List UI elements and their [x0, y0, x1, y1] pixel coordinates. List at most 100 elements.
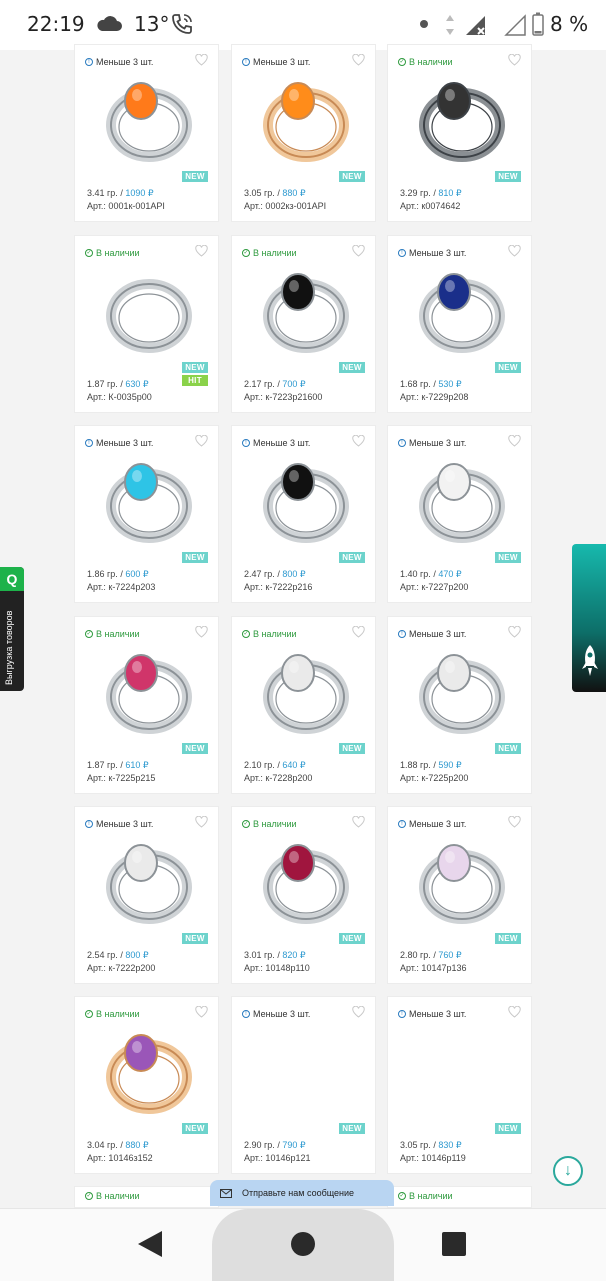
price-line: 1.40 гр. / 470 ₽ — [400, 569, 462, 580]
send-message-button[interactable]: Отправьте нам сообщение — [210, 1180, 394, 1206]
favorite-heart-icon[interactable] — [195, 626, 208, 638]
product-card[interactable]: ! Меньше 3 шт. NEW 1.88 гр. / 590 ₽ Арт.: к-… — [387, 616, 532, 794]
product-card[interactable]: ! Меньше 3 шт. NEW 1.68 гр. / 530 ₽ Арт.: к-… — [387, 235, 532, 413]
ring-image[interactable] — [254, 258, 354, 358]
product-card[interactable]: ! Меньше 3 шт. NEW 1.40 гр. / 470 ₽ Арт.: к-… — [387, 425, 532, 603]
weight-text: 2.80 гр. — [400, 950, 431, 960]
recent-apps-button[interactable] — [442, 1232, 466, 1256]
favorite-heart-icon[interactable] — [508, 1006, 521, 1018]
ring-image[interactable] — [97, 639, 197, 739]
ring-image[interactable] — [254, 67, 354, 167]
availability-label: ! Меньше 3 шт. — [85, 438, 153, 448]
weight-text: 1.86 гр. — [87, 569, 118, 579]
ring-image[interactable] — [410, 639, 510, 739]
product-card[interactable]: ! Меньше 3 шт. NEW 3.05 гр. / 830 ₽ Арт.: 10… — [387, 996, 532, 1174]
price-line: 2.54 гр. / 800 ₽ — [87, 950, 149, 961]
ring-image[interactable] — [97, 1019, 197, 1119]
product-card[interactable]: ✓ В наличии NEW 1.87 гр. / 610 ₽ Арт.: к-722… — [74, 616, 219, 794]
product-card[interactable]: ✓ В наличии NEW 3.29 гр. / 810 ₽ Арт.: к0074… — [387, 44, 532, 222]
signal-empty-icon — [504, 14, 526, 36]
favorite-heart-icon[interactable] — [195, 435, 208, 447]
favorite-heart-icon[interactable] — [352, 435, 365, 447]
weight-text: 1.40 гр. — [400, 569, 431, 579]
weight-text: 2.54 гр. — [87, 950, 118, 960]
info-icon: ! — [398, 820, 406, 828]
article-number: Арт.: 10146з152 — [87, 1153, 153, 1163]
availability-text: Меньше 3 шт. — [409, 248, 467, 258]
boost-panel-tab[interactable] — [572, 544, 606, 692]
ring-image[interactable] — [97, 448, 197, 548]
favorite-heart-icon[interactable] — [508, 626, 521, 638]
home-button[interactable] — [291, 1232, 315, 1256]
favorite-heart-icon[interactable] — [352, 816, 365, 828]
favorite-heart-icon[interactable] — [508, 435, 521, 447]
export-products-tab[interactable]: Q Выгрузка товоров — [0, 567, 24, 691]
scroll-down-button[interactable]: ↓ — [553, 1156, 583, 1186]
availability-text: Меньше 3 шт. — [253, 57, 311, 67]
favorite-heart-icon[interactable] — [352, 626, 365, 638]
ring-image[interactable] — [97, 67, 197, 167]
info-icon: ! — [398, 1010, 406, 1018]
availability-label: ! Меньше 3 шт. — [242, 1009, 310, 1019]
price-line: 3.29 гр. / 810 ₽ — [400, 188, 462, 199]
favorite-heart-icon[interactable] — [195, 54, 208, 66]
ring-image[interactable] — [254, 448, 354, 548]
back-icon[interactable] — [136, 1229, 164, 1259]
product-card[interactable]: ✓ В наличии NEW 3.01 гр. / 820 ₽ Арт.: 10148… — [231, 806, 376, 984]
article-number: Арт.: 10146р121 — [244, 1153, 311, 1163]
favorite-heart-icon[interactable] — [195, 1006, 208, 1018]
product-card-partial[interactable]: ✓ В наличии — [387, 1186, 532, 1208]
ring-image[interactable] — [97, 829, 197, 929]
price-value: 600 ₽ — [125, 569, 149, 579]
ring-image[interactable] — [97, 258, 197, 358]
product-card[interactable]: ! Меньше 3 шт. NEW 2.90 гр. / 790 ₽ Арт.: 10… — [231, 996, 376, 1174]
ring-image[interactable] — [410, 448, 510, 548]
product-card[interactable]: ✓ В наличии NEW 2.17 гр. / 700 ₽ Арт.: к-722… — [231, 235, 376, 413]
price-value: 810 ₽ — [438, 188, 462, 198]
favorite-heart-icon[interactable] — [195, 245, 208, 257]
product-card[interactable]: ! Меньше 3 шт. NEW 2.54 гр. / 800 ₽ Арт.: к-… — [74, 806, 219, 984]
product-card[interactable]: ! Меньше 3 шт. NEW 3.41 гр. / 1090 ₽ Арт.: 0… — [74, 44, 219, 222]
status-temperature: 13° — [134, 12, 170, 36]
product-card[interactable]: ✓ В наличии NEW 2.10 гр. / 640 ₽ Арт.: к-722… — [231, 616, 376, 794]
favorite-heart-icon[interactable] — [508, 54, 521, 66]
availability-label: ✓ В наличии — [85, 1191, 140, 1201]
price-line: 1.68 гр. / 530 ₽ — [400, 379, 462, 390]
favorite-heart-icon[interactable] — [352, 1006, 365, 1018]
product-card[interactable]: ✓ В наличии NEW 3.04 гр. / 880 ₽ Арт.: 10146… — [74, 996, 219, 1174]
ring-image[interactable] — [254, 639, 354, 739]
new-badge: NEW — [182, 933, 208, 944]
check-icon: ✓ — [85, 1010, 93, 1018]
price-line: 2.47 гр. / 800 ₽ — [244, 569, 306, 580]
article-number: Арт.: к-7222р216 — [244, 582, 313, 592]
weight-text: 2.47 гр. — [244, 569, 275, 579]
product-card[interactable]: ! Меньше 3 шт. NEW 2.80 гр. / 760 ₽ Арт.: 10… — [387, 806, 532, 984]
availability-label: ✓ В наличии — [85, 1009, 140, 1019]
price-line: 2.17 гр. / 700 ₽ — [244, 379, 306, 390]
favorite-heart-icon[interactable] — [508, 245, 521, 257]
new-badge: NEW — [182, 362, 208, 373]
signal-icon — [466, 16, 485, 35]
product-card[interactable]: ! Меньше 3 шт. NEW 3.05 гр. / 880 ₽ Арт.: 00… — [231, 44, 376, 222]
favorite-heart-icon[interactable] — [352, 245, 365, 257]
ring-image[interactable] — [410, 258, 510, 358]
price-value: 800 ₽ — [282, 569, 306, 579]
ring-image[interactable] — [254, 829, 354, 929]
favorite-heart-icon[interactable] — [352, 54, 365, 66]
product-card[interactable]: ✓ В наличии NEW HIT 1.87 гр. / 630 ₽ Арт.: К-… — [74, 235, 219, 413]
weight-text: 2.90 гр. — [244, 1140, 275, 1150]
article-number: Арт.: К-0035р00 — [87, 392, 152, 402]
availability-text: Меньше 3 шт. — [409, 1009, 467, 1019]
availability-label: ! Меньше 3 шт. — [242, 57, 310, 67]
product-card-partial[interactable]: ✓ В наличии — [74, 1186, 219, 1208]
availability-text: В наличии — [409, 57, 453, 67]
ring-image[interactable] — [410, 829, 510, 929]
favorite-heart-icon[interactable] — [508, 816, 521, 828]
hit-badge: HIT — [182, 375, 208, 386]
availability-text: Меньше 3 шт. — [96, 57, 154, 67]
new-badge: NEW — [339, 1123, 365, 1134]
product-card[interactable]: ! Меньше 3 шт. NEW 2.47 гр. / 800 ₽ Арт.: к-… — [231, 425, 376, 603]
favorite-heart-icon[interactable] — [195, 816, 208, 828]
ring-image[interactable] — [410, 67, 510, 167]
product-card[interactable]: ! Меньше 3 шт. NEW 1.86 гр. / 600 ₽ Арт.: к-… — [74, 425, 219, 603]
